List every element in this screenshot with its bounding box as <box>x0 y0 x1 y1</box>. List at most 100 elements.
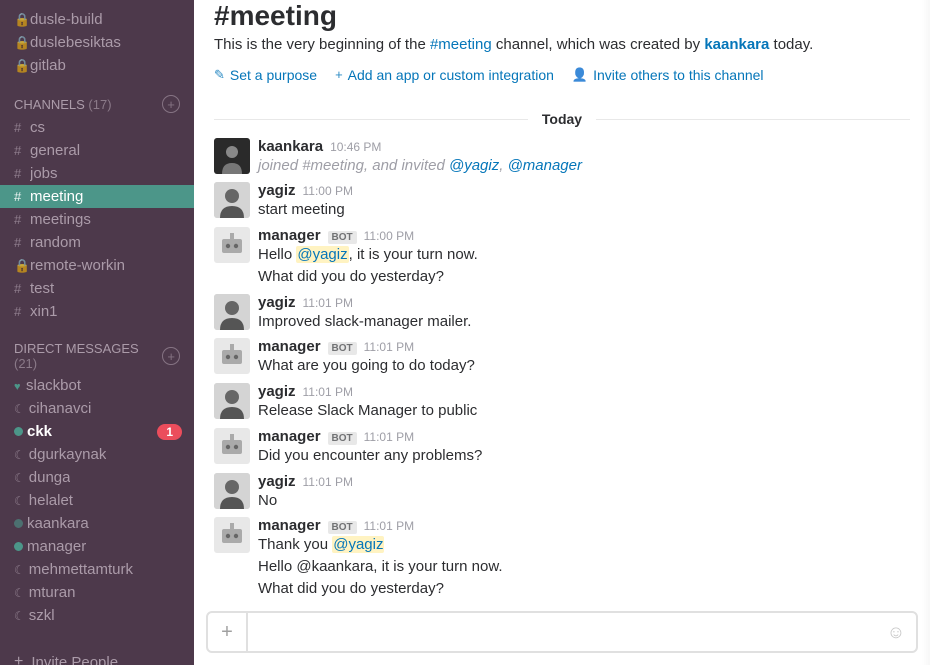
message-text: What did you do yesterday? <box>258 266 910 288</box>
add-channel-icon[interactable]: + <box>162 95 180 113</box>
sidebar-item-gitlab[interactable]: 🔒gitlab <box>0 54 194 77</box>
dm-header[interactable]: Direct Messages (21) + <box>0 339 194 374</box>
sidebar-dm-mturan[interactable]: ☾mturan <box>0 581 194 604</box>
channels-header[interactable]: Channels (17) + <box>0 93 194 116</box>
sidebar-item-duslebesiktas[interactable]: 🔒duslebesiktas <box>0 31 194 54</box>
sidebar-item-xin1[interactable]: #xin1 <box>0 300 194 323</box>
hash-icon: # <box>14 120 30 135</box>
avatar <box>214 428 250 464</box>
sidebar-dm-kaankara[interactable]: kaankara <box>0 512 194 535</box>
sidebar-item-random[interactable]: #random <box>0 231 194 254</box>
messages-pane[interactable]: Today kaankara 10:46 PM joined #meeting,… <box>194 93 930 608</box>
sidebar-item-meeting[interactable]: #meeting <box>0 185 194 208</box>
avatar <box>214 294 250 330</box>
message-username[interactable]: manager <box>258 428 321 445</box>
bot-tag: BOT <box>328 432 357 445</box>
message-username[interactable]: manager <box>258 517 321 534</box>
sidebar-top-list: 🔒dusle-build🔒duslebesiktas🔒gitlab <box>0 8 194 77</box>
bot-tag: BOT <box>328 342 357 355</box>
avatar <box>214 338 250 374</box>
sidebar-item-jobs[interactable]: #jobs <box>0 162 194 185</box>
presence-away-icon: ☾ <box>14 563 25 577</box>
set-purpose-button[interactable]: ✎Set a purpose <box>214 67 317 83</box>
creator-link[interactable]: kaankara <box>704 36 769 53</box>
invite-people-button[interactable]: + Invite People <box>0 643 194 665</box>
sidebar-item-meetings[interactable]: #meetings <box>0 208 194 231</box>
add-dm-icon[interactable]: + <box>162 347 180 365</box>
sidebar: 🔒dusle-build🔒duslebesiktas🔒gitlab Channe… <box>0 0 194 665</box>
hash-icon: # <box>14 281 30 296</box>
hash-icon: # <box>14 304 30 319</box>
message-timestamp: 10:46 PM <box>330 140 381 154</box>
message-timestamp: 11:01 PM <box>364 430 414 444</box>
pencil-icon: ✎ <box>214 67 225 83</box>
message-username[interactable]: manager <box>258 338 321 355</box>
presence-online-icon <box>14 427 23 436</box>
message-username[interactable]: yagiz <box>258 182 296 199</box>
sidebar-item-cs[interactable]: #cs <box>0 116 194 139</box>
sidebar-dm-mehmettamturk[interactable]: ☾mehmettamturk <box>0 558 194 581</box>
message-input[interactable] <box>248 624 876 641</box>
sidebar-item-general[interactable]: #general <box>0 139 194 162</box>
sidebar-dm-szkl[interactable]: ☾szkl <box>0 604 194 627</box>
message-timestamp: 11:00 PM <box>303 184 353 198</box>
hash-icon: # <box>14 189 30 204</box>
message-text: What are you going to do today? <box>258 355 910 377</box>
message-timestamp: 11:01 PM <box>303 296 353 310</box>
sidebar-dm-ckk[interactable]: ckk1 <box>0 420 194 443</box>
dm-count: (21) <box>14 356 37 371</box>
message-username[interactable]: yagiz <box>258 294 296 311</box>
message-text: joined #meeting, and invited @yagiz, @ma… <box>258 155 910 177</box>
plus-icon: + <box>14 653 23 665</box>
bot-tag: BOT <box>328 231 357 244</box>
sidebar-dm-dgurkaynak[interactable]: ☾dgurkaynak <box>0 443 194 466</box>
channels-header-label: Channels <box>14 97 85 112</box>
presence-away-icon: ☾ <box>14 494 25 508</box>
person-icon: 👤 <box>572 67 588 83</box>
hash-icon: # <box>14 166 30 181</box>
dm-header-label: Direct Messages <box>14 341 139 356</box>
sidebar-dm-cihanavci[interactable]: ☾cihanavci <box>0 397 194 420</box>
presence-away-icon: ☾ <box>14 448 25 462</box>
lock-icon: 🔒 <box>14 35 30 51</box>
message-timestamp: 11:01 PM <box>364 340 414 354</box>
presence-away-icon: ☾ <box>14 586 25 600</box>
presence-away-icon: ☾ <box>14 471 25 485</box>
message-username[interactable]: yagiz <box>258 383 296 400</box>
attach-button[interactable]: + <box>208 613 248 651</box>
channel-link[interactable]: #meeting <box>430 36 492 53</box>
avatar <box>214 182 250 218</box>
lock-icon: 🔒 <box>14 58 30 74</box>
sidebar-item-test[interactable]: #test <box>0 277 194 300</box>
sidebar-dm-slackbot[interactable]: ♥slackbot <box>0 374 194 397</box>
avatar <box>214 227 250 263</box>
message-username[interactable]: manager <box>258 227 321 244</box>
avatar <box>214 517 250 553</box>
avatar <box>214 473 250 509</box>
emoji-button[interactable]: ☺ <box>876 622 916 643</box>
message-text: Hello @yagiz, it is your turn now. <box>258 244 910 266</box>
invite-others-button[interactable]: 👤Invite others to this channel <box>572 67 764 83</box>
avatar <box>214 383 250 419</box>
message-timestamp: 11:01 PM <box>364 519 414 533</box>
sidebar-dm-helalet[interactable]: ☾helalet <box>0 489 194 512</box>
presence-away-icon: ☾ <box>14 402 25 416</box>
message-timestamp: 11:01 PM <box>303 475 353 489</box>
sidebar-dm-dunga[interactable]: ☾dunga <box>0 466 194 489</box>
add-app-button[interactable]: +Add an app or custom integration <box>335 67 554 83</box>
message-text: Release Slack Manager to public <box>258 400 910 422</box>
sidebar-item-dusle-build[interactable]: 🔒dusle-build <box>0 8 194 31</box>
presence-away-icon: ☾ <box>14 609 25 623</box>
sidebar-dm-section: Direct Messages (21) + ♥slackbot☾cihanav… <box>0 339 194 627</box>
sidebar-item-remote-workin[interactable]: 🔒remote-workin <box>0 254 194 277</box>
message-timestamp: 11:01 PM <box>303 385 353 399</box>
message-row: manager BOT 11:01 PM What are you going … <box>214 334 910 379</box>
message-username[interactable]: yagiz <box>258 473 296 490</box>
message-text: Improved slack-manager mailer. <box>258 311 910 333</box>
main-content: #meeting This is the very beginning of t… <box>194 0 930 665</box>
sidebar-channels-section: Channels (17) + #cs#general#jobs#meeting… <box>0 93 194 323</box>
sidebar-dm-manager[interactable]: manager <box>0 535 194 558</box>
presence-online-icon <box>14 542 23 551</box>
channel-header: #meeting This is the very beginning of t… <box>194 0 930 93</box>
message-username[interactable]: kaankara <box>258 138 323 155</box>
